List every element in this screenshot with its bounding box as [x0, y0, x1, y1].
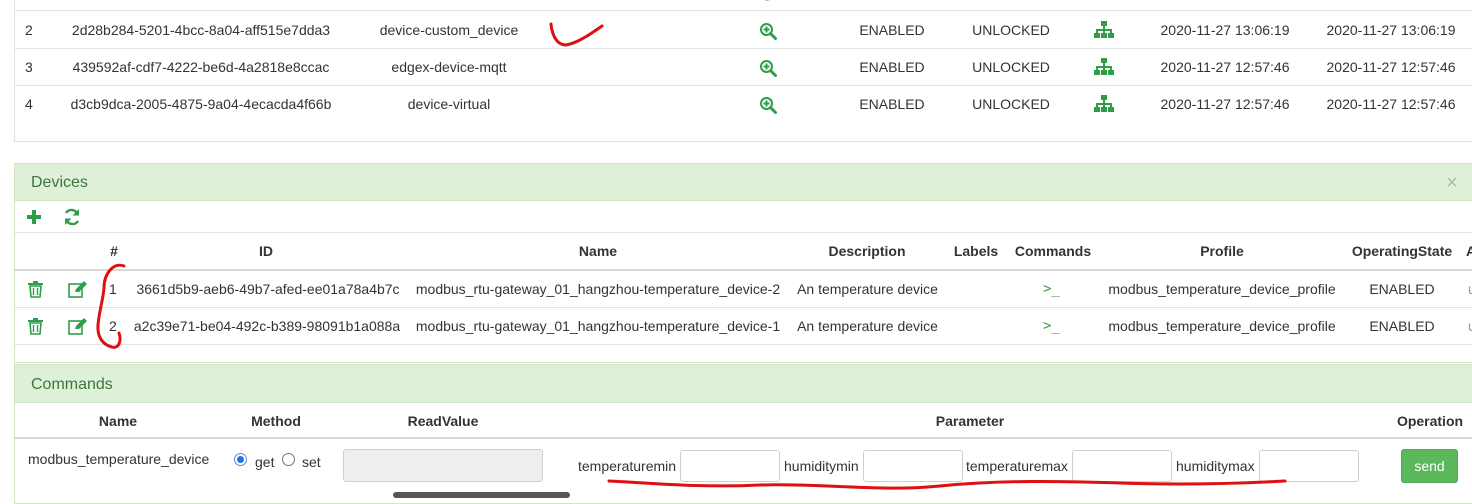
row-divider — [15, 307, 1472, 308]
row-operating-state: ENABLED — [1369, 281, 1435, 297]
row-description: An temperature device — [797, 281, 938, 297]
row-operating-state: ENABLED — [859, 22, 925, 38]
col-description: Description — [828, 243, 906, 259]
send-button[interactable]: send — [1401, 449, 1458, 483]
col-labels: Labels — [953, 243, 999, 259]
row-name: edgex-device-mqtt — [391, 59, 507, 75]
temperaturemin-input[interactable] — [680, 450, 780, 482]
devices-panel-title: Devices — [31, 174, 88, 191]
col-name: Name — [578, 243, 618, 259]
row-divider — [15, 10, 1472, 11]
command-name: modbus_temperature_device — [28, 451, 210, 467]
table-header-divider — [15, 269, 1472, 271]
row-index: 4 — [25, 96, 33, 112]
row-profile: modbus_temperature_device_profile — [1108, 281, 1336, 297]
row-id: 439592af-cdf7-4222-be6d-4a2818e8ccac — [72, 59, 330, 75]
row-admin-state: UNLOCKED — [972, 22, 1050, 38]
zoom-in-icon[interactable] — [759, 96, 777, 114]
method-get-label: get — [255, 454, 275, 470]
readvalue-field[interactable] — [343, 449, 543, 482]
radio-dot — [237, 456, 244, 463]
humiditymax-input[interactable] — [1259, 450, 1359, 482]
zoom-in-icon[interactable] — [759, 22, 777, 40]
param-label: temperaturemin — [578, 458, 677, 474]
terminal-icon[interactable]: >_ — [1043, 318, 1060, 334]
row-operating-state: ENABLED — [859, 59, 925, 75]
commands-panel-header: Commands — [14, 364, 1472, 403]
row-description: An temperature device — [797, 318, 938, 334]
trash-icon[interactable] — [28, 318, 43, 335]
row-name: device-custom_device — [379, 22, 519, 38]
refresh-icon[interactable] — [63, 208, 81, 226]
param-label: humiditymin — [784, 458, 859, 474]
table-header-divider — [15, 437, 1472, 439]
sitemap-icon — [1095, 0, 1113, 4]
table-divider — [15, 232, 1472, 233]
row-truncated: u — [1468, 318, 1472, 334]
sitemap-icon[interactable] — [1094, 58, 1114, 76]
method-set-label: set — [302, 454, 321, 470]
col-truncated: A — [1466, 243, 1472, 259]
row-created: 2020-11-27 12:57:46 — [1160, 96, 1290, 112]
row-admin-state: UNLOCKED — [972, 96, 1050, 112]
row-id: a2c39e71-be04-492c-b389-98091b1a088a — [133, 318, 401, 334]
trash-icon[interactable] — [28, 281, 43, 298]
sitemap-icon[interactable] — [1094, 95, 1114, 113]
method-set-radio[interactable] — [282, 453, 295, 466]
row-modified: 2020-11-27 12:57:46 — [1326, 59, 1456, 75]
row-divider — [15, 344, 1472, 345]
col-index: # — [110, 243, 118, 259]
devices-panel-header: Devices — [14, 163, 1472, 201]
col-parameter: Parameter — [935, 413, 1005, 429]
terminal-icon[interactable]: >_ — [1043, 281, 1060, 297]
row-name: modbus_rtu-gateway_01_hangzhou-temperatu… — [415, 281, 781, 297]
param-label: temperaturemax — [966, 458, 1068, 474]
horizontal-scrollbar[interactable] — [393, 492, 570, 498]
close-icon[interactable]: × — [1446, 173, 1458, 193]
col-operating-state: OperatingState — [1351, 243, 1453, 259]
edit-icon[interactable] — [68, 281, 88, 298]
commands-panel-title: Commands — [31, 376, 113, 393]
param-label: humiditymax — [1176, 458, 1255, 474]
row-index: 1 — [109, 281, 117, 297]
row-truncated: u — [1468, 281, 1472, 297]
temperaturemax-input[interactable] — [1072, 450, 1172, 482]
row-index: 2 — [25, 22, 33, 38]
row-created: 2020-11-27 12:57:46 — [1160, 59, 1290, 75]
col-operation: Operation — [1396, 413, 1464, 429]
row-name: modbus_rtu-gateway_01_hangzhou-temperatu… — [415, 318, 781, 334]
row-name: device-virtual — [407, 96, 491, 112]
plus-icon[interactable] — [26, 209, 42, 225]
row-admin-state: UNLOCKED — [972, 59, 1050, 75]
col-commands: Commands — [1014, 243, 1092, 259]
row-profile: modbus_temperature_device_profile — [1108, 318, 1336, 334]
col-name: Name — [98, 413, 138, 429]
zoom-in-icon — [764, 0, 770, 1]
row-divider — [15, 48, 1472, 49]
row-id: 3661d5b9-aeb6-49b7-afed-ee01a78a4b7c — [136, 281, 400, 297]
row-index: 3 — [25, 59, 33, 75]
method-get-radio[interactable] — [234, 453, 247, 466]
zoom-in-icon[interactable] — [759, 59, 777, 77]
row-created: 2020-11-27 13:06:19 — [1160, 22, 1290, 38]
row-id: d3cb9dca-2005-4875-9a04-4ecacda4f66b — [70, 96, 332, 112]
row-id: 2d28b284-5201-4bcc-8a04-aff515e7dda3 — [71, 22, 331, 38]
col-id: ID — [259, 243, 273, 259]
col-method: Method — [251, 413, 301, 429]
row-index: 2 — [109, 318, 117, 334]
sitemap-icon[interactable] — [1094, 21, 1114, 39]
col-profile: Profile — [1200, 243, 1244, 259]
col-readvalue: ReadValue — [407, 413, 479, 429]
edit-icon[interactable] — [68, 318, 88, 335]
row-divider — [15, 85, 1472, 86]
row-operating-state: ENABLED — [1369, 318, 1435, 334]
row-modified: 2020-11-27 12:57:46 — [1326, 96, 1456, 112]
humiditymin-input[interactable] — [863, 450, 963, 482]
row-modified: 2020-11-27 13:06:19 — [1326, 22, 1456, 38]
row-operating-state: ENABLED — [859, 96, 925, 112]
